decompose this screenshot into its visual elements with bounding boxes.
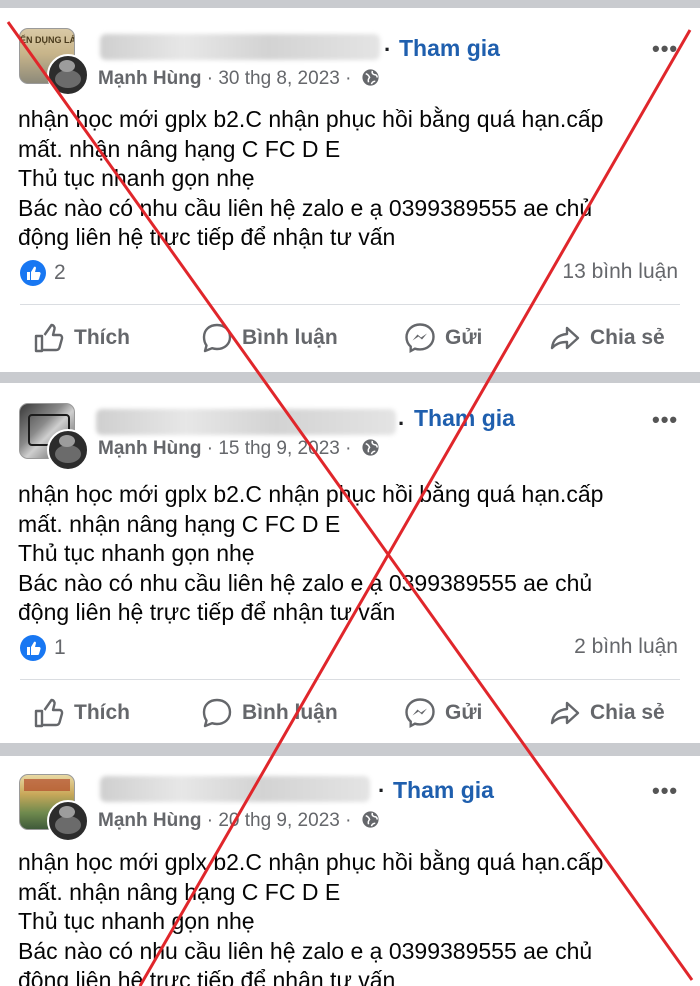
comment-button[interactable]: Bình luận [200,693,338,733]
user-avatar[interactable] [47,54,89,96]
action-bar: Thích Bình luận Gửi Chia sẻ [0,693,700,733]
post-date[interactable]: 15 thg 9, 2023 [218,438,340,459]
post-meta: Mạnh Hùng · 30 thg 8, 2023 · [98,68,380,90]
meta-dot: · [206,810,219,831]
comment-count[interactable]: 13 bình luận [562,260,678,284]
post-date[interactable]: 20 thg 9, 2023 [218,810,340,831]
join-group-link[interactable]: Tham gia [393,777,494,804]
globe-icon [362,439,379,456]
meta-dot: · [206,68,219,89]
divider [20,679,680,680]
divider [20,304,680,305]
avatar-group[interactable] [19,774,89,842]
group-avatar-text: YỂN DỤNG LÁI [20,35,74,45]
send-button[interactable]: Gửi [403,693,482,733]
like-count[interactable]: 2 [54,261,66,285]
author-name[interactable]: Mạnh Hùng [98,68,201,89]
comment-label: Bình luận [242,326,338,349]
post-meta: Mạnh Hùng · 15 thg 9, 2023 · [98,438,380,460]
meta-dot: · [206,438,219,459]
avatar-group[interactable] [19,403,89,471]
like-label: Thích [74,326,130,349]
group-name-blurred[interactable] [100,34,380,60]
comment-label: Bình luận [242,701,338,724]
post-card-3: · Tham gia ••• Mạnh Hùng · 20 thg 9, 202… [0,756,700,986]
post-header: · Tham gia ••• Mạnh Hùng · 15 thg 9, 202… [0,383,700,473]
separator-dot: · [398,411,406,436]
action-bar: Thích Bình luận Gửi Chia sẻ [0,318,700,358]
post-header: · Tham gia ••• Mạnh Hùng · 20 thg 9, 202… [0,756,700,846]
post-date[interactable]: 30 thg 8, 2023 [218,68,340,89]
share-label: Chia sẻ [590,701,665,724]
like-badge-icon[interactable] [20,260,46,286]
user-avatar[interactable] [47,800,89,842]
meta-dot: · [345,438,357,459]
share-label: Chia sẻ [590,326,665,349]
like-button[interactable]: Thích [32,693,130,733]
share-arrow-icon [550,701,580,725]
separator-dot: · [384,37,392,62]
separator-dot: · [378,778,386,803]
share-arrow-icon [550,326,580,350]
group-name-blurred[interactable] [100,776,370,802]
group-name-blurred[interactable] [96,409,396,435]
meta-dot: · [345,68,357,89]
post-text: nhận học mới gplx b2.C nhận phục hồi bằn… [18,481,604,625]
globe-icon [362,69,379,86]
post-header: YỂN DỤNG LÁI · Tham gia ••• Mạnh Hùng · … [0,8,700,98]
join-group-link[interactable]: Tham gia [414,405,515,432]
messenger-icon [405,323,435,354]
reactions-row: 2 13 bình luận [20,260,680,290]
globe-icon [362,811,379,828]
more-icon[interactable]: ••• [652,778,678,804]
post-text: nhận học mới gplx b2.C nhận phục hồi bằn… [18,849,604,986]
comment-bubble-icon [202,698,232,728]
like-label: Thích [74,701,130,724]
post-meta: Mạnh Hùng · 20 thg 9, 2023 · [98,810,380,832]
send-label: Gửi [445,701,483,724]
send-label: Gửi [445,326,483,349]
send-button[interactable]: Gửi [403,318,482,358]
comment-bubble-icon [202,323,232,353]
thumbs-up-icon [34,698,64,728]
like-button[interactable]: Thích [32,318,130,358]
post-card-2: · Tham gia ••• Mạnh Hùng · 15 thg 9, 202… [0,383,700,743]
share-button[interactable]: Chia sẻ [548,693,665,733]
reactions-row: 1 2 bình luận [20,635,680,665]
more-icon[interactable]: ••• [652,36,678,62]
more-icon[interactable]: ••• [652,407,678,433]
post-card-1: YỂN DỤNG LÁI · Tham gia ••• Mạnh Hùng · … [0,8,700,372]
share-button[interactable]: Chia sẻ [548,318,665,358]
post-text: nhận học mới gplx b2.C nhận phục hồi bằn… [18,106,604,250]
messenger-icon [405,698,435,729]
author-name[interactable]: Mạnh Hùng [98,810,201,831]
thumbs-up-icon [34,323,64,353]
like-badge-icon[interactable] [20,635,46,661]
like-count[interactable]: 1 [54,636,66,660]
comment-button[interactable]: Bình luận [200,318,338,358]
comment-count[interactable]: 2 bình luận [574,635,678,659]
join-group-link[interactable]: Tham gia [399,35,500,62]
avatar-group[interactable]: YỂN DỤNG LÁI [19,28,89,96]
user-avatar[interactable] [47,429,89,471]
meta-dot: · [345,810,357,831]
author-name[interactable]: Mạnh Hùng [98,438,201,459]
